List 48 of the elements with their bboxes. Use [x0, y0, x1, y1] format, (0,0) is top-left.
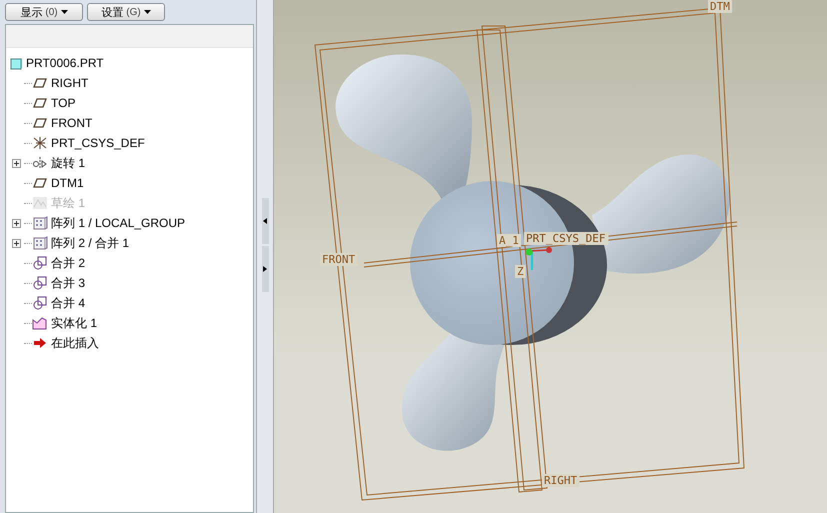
toolbar-dropdown-button[interactable]: 设置 (G) [87, 3, 165, 21]
pattern-grid-icon [32, 216, 48, 230]
tree-item-label[interactable]: FRONT [51, 116, 92, 130]
graphics-viewport[interactable]: DTM FRONT A_1 PRT_CSYS_DEF Z RIGHT [274, 0, 827, 513]
datum-plane-label: DTM [708, 0, 732, 13]
caret-icon [144, 10, 151, 14]
tree-item-label[interactable]: DTM1 [51, 176, 84, 190]
tree-item-label[interactable]: 阵列 2 / 合并 1 [51, 234, 130, 252]
tree-item-label[interactable]: 合并 4 [51, 294, 86, 312]
tree-item-label[interactable]: 合并 3 [51, 274, 86, 292]
part-cube-icon [10, 56, 23, 70]
merge-shapes-icon [32, 276, 48, 290]
collapse-handle[interactable] [262, 198, 268, 244]
datum-plane-label: RIGHT [542, 474, 580, 487]
datum-plane-icon [32, 116, 48, 130]
datum-plane-label: FRONT [320, 253, 358, 266]
tree-item-label[interactable]: RIGHT [51, 76, 88, 90]
chevron-right-icon [263, 266, 267, 272]
datum-plane-icon [32, 176, 48, 190]
caret-icon [60, 10, 68, 14]
merge-shapes-icon [32, 256, 48, 270]
tree-item-label[interactable]: TOP [51, 96, 76, 110]
arrow-icon [32, 336, 48, 350]
tree-item-label[interactable]: PRT_CSYS_DEF [51, 136, 145, 150]
tree-item-label[interactable]: 实体化 1 [51, 314, 98, 332]
datum-plane-icon [32, 96, 48, 110]
solidify-icon [32, 316, 48, 330]
datum-plane-icon [32, 76, 48, 90]
expand-plus-icon[interactable] [12, 158, 21, 168]
revolve-axis-icon [32, 156, 48, 170]
tree-item-label[interactable]: 合并 2 [51, 254, 86, 272]
toolbar-dropdown-button[interactable]: 显示 (0) [5, 3, 83, 21]
tree-item-label[interactable]: 旋转 1 [51, 154, 86, 172]
sketch-icon [32, 196, 48, 210]
expand-plus-icon[interactable] [12, 218, 21, 228]
expand-handle[interactable] [262, 246, 268, 292]
axis-label: Z [515, 265, 526, 278]
csys-label: PRT_CSYS_DEF [524, 232, 608, 245]
expand-plus-icon[interactable] [12, 238, 21, 248]
coordinate-axes-icon [526, 247, 552, 270]
tree-root-label[interactable]: PRT0006.PRT [26, 56, 104, 70]
coordinate-system-icon [32, 136, 48, 150]
tree-item-label[interactable]: 在此插入 [51, 334, 99, 352]
chevron-left-icon [263, 218, 267, 224]
axis-label: A_1 [497, 234, 522, 247]
merge-shapes-icon [32, 296, 48, 310]
pattern-grid-icon [32, 236, 48, 250]
tree-item-label[interactable]: 阵列 1 / LOCAL_GROUP [51, 214, 186, 232]
